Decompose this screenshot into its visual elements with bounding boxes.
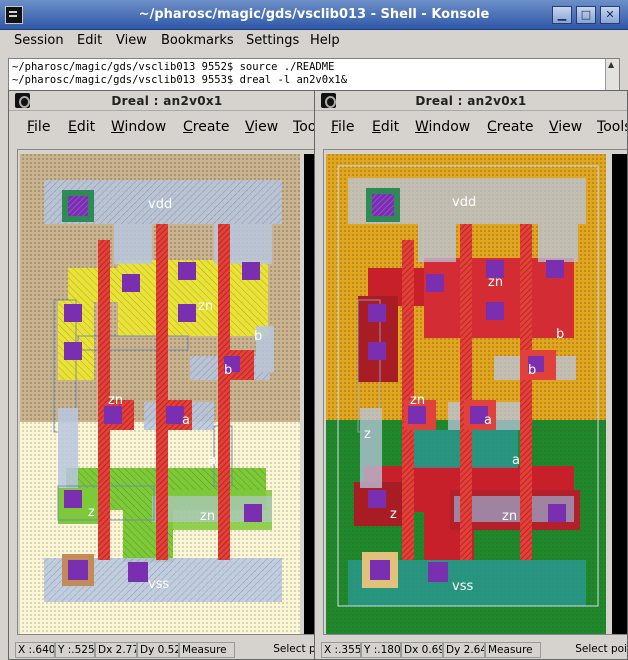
- label-zn-bot: zn: [200, 509, 215, 524]
- terminal-scrollbar[interactable]: [605, 59, 619, 91]
- status-hint: Select poi: [541, 642, 627, 658]
- terminal-line: ~/pharosc/magic/gds/vsclib013 9553$ drea…: [12, 74, 348, 86]
- terminal-line: ~/pharosc/magic/gds/vsclib013 9552$ sour…: [12, 61, 335, 73]
- dreal-title-left: Dreal : an2v0x1: [111, 94, 223, 108]
- layout-canvas-right[interactable]: vdd zn b b zn a a z z zn vss: [323, 149, 627, 635]
- minimize-button[interactable]: ▁: [552, 6, 572, 24]
- dreal-window-left: Dreal : an2v0x1 File Edit Window Create …: [8, 90, 326, 660]
- menu-help[interactable]: Help: [310, 33, 340, 48]
- dreal-menubar-right: File Edit Window Create View Tools: [315, 111, 627, 141]
- menu-bookmarks[interactable]: Bookmarks: [161, 33, 234, 48]
- dreal-menubar-left: File Edit Window Create View Tools: [9, 111, 325, 141]
- label-vdd: vdd: [148, 197, 172, 212]
- label-b2: b: [224, 363, 232, 378]
- status-x: X :.640: [15, 642, 55, 658]
- label-b2: b: [528, 363, 536, 378]
- label-b: b: [254, 329, 262, 344]
- menu-file[interactable]: File: [27, 119, 50, 135]
- menu-settings[interactable]: Settings: [246, 33, 299, 48]
- label-a: a: [182, 413, 190, 428]
- menu-create[interactable]: Create: [487, 119, 534, 135]
- status-dx: Dx 0.695: [401, 642, 443, 658]
- menu-edit[interactable]: Edit: [68, 119, 95, 135]
- label-a: a: [484, 413, 492, 428]
- status-dy: Dy 0.525: [137, 642, 179, 658]
- status-mode: Measure: [179, 642, 235, 658]
- layout-view-right: vdd zn b b zn a a z z zn vss: [326, 154, 627, 634]
- layout-canvas-left[interactable]: vdd zn b b zn a a z zn vss: [17, 149, 321, 635]
- konsole-titlebar[interactable]: ~/pharosc/magic/gds/vsclib013 - Shell - …: [0, 0, 628, 30]
- konsole-menubar: Session Edit View Bookmarks Settings Hel…: [0, 30, 628, 52]
- dreal-title-right: Dreal : an2v0x1: [415, 94, 527, 108]
- menu-session[interactable]: Session: [14, 33, 64, 48]
- status-dx: Dx 2.775: [95, 642, 137, 658]
- close-button[interactable]: ✕: [600, 6, 620, 24]
- label-vss: vss: [148, 577, 169, 592]
- statusbar-left: X :.640 Y :.525 Dx 2.775 Dy 0.525 Measur…: [9, 639, 325, 659]
- status-x: X :.355: [321, 642, 361, 658]
- maximize-button[interactable]: □: [576, 6, 596, 24]
- menu-view[interactable]: View: [549, 119, 582, 135]
- label-b: b: [556, 327, 564, 342]
- label-a2: a: [208, 453, 216, 468]
- label-zn-top: zn: [198, 299, 213, 314]
- menu-create[interactable]: Create: [183, 119, 230, 135]
- label-a2: a: [512, 453, 520, 468]
- label-zn-bot: zn: [502, 509, 517, 524]
- label-vss: vss: [452, 579, 473, 594]
- layout-view-left: vdd zn b b zn a a z zn vss: [20, 154, 320, 634]
- menu-tools[interactable]: Tools: [597, 119, 627, 135]
- status-mode: Measure: [485, 642, 541, 658]
- label-z: z: [88, 505, 95, 520]
- menu-edit[interactable]: Edit: [372, 119, 399, 135]
- terminal-output[interactable]: ~/pharosc/magic/gds/vsclib013 9552$ sour…: [8, 58, 620, 92]
- label-z: z: [364, 427, 371, 442]
- dreal-titlebar-right[interactable]: Dreal : an2v0x1: [315, 91, 627, 111]
- status-hint: Select poi: [235, 642, 325, 658]
- statusbar-right: X :.355 Y :.180 Dx 0.695 Dy 2.640 Measur…: [315, 639, 627, 659]
- status-y: Y :.525: [55, 642, 95, 658]
- label-z2: z: [390, 507, 397, 522]
- status-dy: Dy 2.640: [443, 642, 485, 658]
- menu-window[interactable]: Window: [111, 119, 166, 135]
- menu-file[interactable]: File: [331, 119, 354, 135]
- konsole-title: ~/pharosc/magic/gds/vsclib013 - Shell - …: [138, 7, 490, 22]
- canvas-edge: [612, 154, 627, 634]
- label-zn-mid: zn: [108, 393, 123, 408]
- dreal-titlebar-left[interactable]: Dreal : an2v0x1: [9, 91, 325, 111]
- menu-window[interactable]: Window: [415, 119, 470, 135]
- menu-edit[interactable]: Edit: [77, 33, 102, 48]
- menu-view[interactable]: View: [245, 119, 278, 135]
- dreal-window-right: Dreal : an2v0x1 File Edit Window Create …: [314, 90, 628, 660]
- menu-view[interactable]: View: [116, 33, 147, 48]
- label-zn-top: zn: [488, 275, 503, 290]
- label-vdd: vdd: [452, 195, 476, 210]
- label-zn-mid: zn: [410, 393, 425, 408]
- status-y: Y :.180: [361, 642, 401, 658]
